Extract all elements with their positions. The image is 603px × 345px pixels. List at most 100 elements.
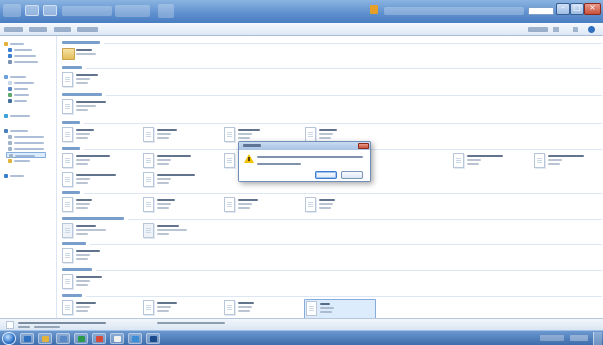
group-header[interactable] <box>62 65 602 70</box>
view-icon[interactable] <box>553 27 559 32</box>
group-divider <box>90 244 602 245</box>
list-item[interactable] <box>143 223 201 241</box>
list-item[interactable] <box>62 223 120 241</box>
group-header[interactable] <box>62 190 602 195</box>
list-item[interactable] <box>453 153 511 171</box>
documents-icon <box>8 81 12 85</box>
list-item[interactable] <box>62 300 120 318</box>
item-label <box>76 101 106 103</box>
item-meta <box>319 203 333 205</box>
taskbar-app[interactable] <box>74 333 88 344</box>
new-folder-button[interactable] <box>77 27 98 32</box>
group-header[interactable] <box>62 241 602 246</box>
file-icon <box>143 300 154 315</box>
list-item[interactable] <box>224 300 282 318</box>
preview-pane-icon[interactable] <box>573 27 578 32</box>
show-desktop-button[interactable] <box>593 332 602 345</box>
app-icon <box>3 4 21 17</box>
list-item[interactable] <box>62 47 120 65</box>
taskbar-app[interactable] <box>110 333 124 344</box>
no-button[interactable] <box>341 171 363 179</box>
burn-button[interactable] <box>54 27 71 32</box>
item-meta <box>320 307 334 309</box>
item-meta <box>76 203 90 205</box>
folder-icon <box>370 5 378 14</box>
list-item[interactable] <box>62 248 120 266</box>
organize-menu[interactable] <box>4 27 23 32</box>
taskbar-app[interactable] <box>146 333 160 344</box>
item-meta <box>76 133 90 135</box>
list-item[interactable] <box>534 153 592 171</box>
item-meta <box>467 159 481 161</box>
item-size <box>76 182 88 184</box>
search-input[interactable] <box>528 7 554 15</box>
list-item[interactable] <box>224 197 282 215</box>
taskbar-app[interactable] <box>56 333 70 344</box>
item-size <box>157 182 169 184</box>
item-size <box>238 137 250 139</box>
list-item[interactable] <box>305 197 363 215</box>
taskbar-app[interactable] <box>92 333 106 344</box>
maximize-button[interactable]: □ <box>570 3 584 15</box>
view-options[interactable] <box>528 27 548 32</box>
yes-button[interactable] <box>315 171 337 179</box>
forward-button[interactable] <box>43 5 57 16</box>
minimize-button[interactable]: – <box>556 3 570 15</box>
list-item[interactable] <box>62 153 120 171</box>
list-item[interactable] <box>62 274 120 292</box>
group-header[interactable] <box>62 92 602 97</box>
item-label <box>238 199 258 201</box>
file-icon <box>305 197 316 212</box>
list-item-selected[interactable] <box>304 299 376 319</box>
list-item[interactable] <box>62 72 120 90</box>
taskbar-app[interactable] <box>128 333 142 344</box>
title-text <box>384 7 524 15</box>
list-item[interactable] <box>143 300 201 318</box>
address-segment[interactable] <box>158 4 174 18</box>
taskbar-app[interactable] <box>20 333 34 344</box>
system-tray[interactable] <box>540 335 564 341</box>
places-icon <box>8 60 12 64</box>
clock[interactable] <box>570 335 588 341</box>
help-icon[interactable] <box>588 26 595 33</box>
item-meta <box>238 203 252 205</box>
group-header[interactable] <box>62 40 602 45</box>
list-item[interactable] <box>62 197 120 215</box>
item-size <box>76 233 88 235</box>
group-header[interactable] <box>62 216 602 221</box>
back-button[interactable] <box>25 5 39 16</box>
item-size <box>76 163 88 165</box>
list-item[interactable] <box>62 99 120 117</box>
item-size <box>76 109 88 111</box>
list-item[interactable] <box>143 153 201 171</box>
item-meta <box>157 306 171 308</box>
dialog-title-bar[interactable] <box>239 142 370 150</box>
details-file-name <box>18 322 106 324</box>
group-divider <box>84 123 602 124</box>
group-divider <box>128 219 602 220</box>
item-label <box>319 199 335 201</box>
close-button[interactable]: × <box>584 3 601 15</box>
item-meta <box>76 78 90 80</box>
list-item[interactable] <box>143 197 201 215</box>
start-button[interactable] <box>2 332 16 345</box>
item-meta <box>76 159 90 161</box>
file-icon <box>62 248 73 263</box>
group-header[interactable] <box>62 293 602 298</box>
nav-item-drive-f[interactable] <box>6 152 46 158</box>
list-item[interactable] <box>62 172 120 190</box>
list-item[interactable] <box>143 127 201 145</box>
details-pane <box>0 318 603 330</box>
group-header[interactable] <box>62 267 602 272</box>
taskbar-app[interactable] <box>38 333 52 344</box>
address-bar[interactable] <box>62 6 112 16</box>
list-item[interactable] <box>143 172 201 190</box>
address-segment[interactable] <box>115 5 150 17</box>
group-header[interactable] <box>62 120 602 125</box>
dialog-close-button[interactable] <box>358 143 369 149</box>
item-meta <box>76 254 90 256</box>
dialog-message-secondary <box>257 163 301 165</box>
item-size <box>157 163 169 165</box>
list-item[interactable] <box>62 127 120 145</box>
share-menu[interactable] <box>29 27 47 32</box>
